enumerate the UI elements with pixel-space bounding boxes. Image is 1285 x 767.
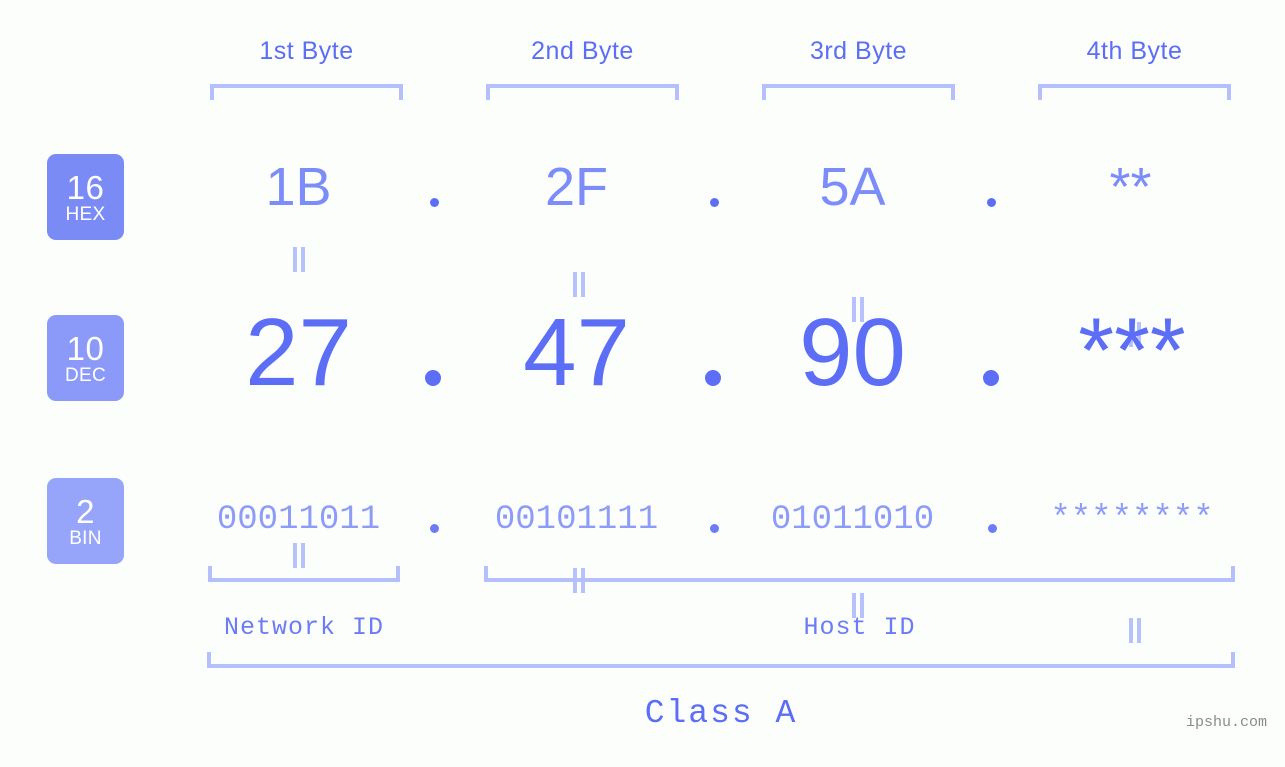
ip-breakdown-diagram: 1st Byte 2nd Byte 3rd Byte 4th Byte 16 H… bbox=[0, 0, 1285, 767]
binary-octet-2: 00101111 bbox=[494, 501, 659, 539]
dec-separator-2 bbox=[705, 370, 721, 386]
base-badge-bin-name: BIN bbox=[69, 527, 102, 549]
equals-dec-bin-1 bbox=[292, 543, 306, 568]
base-badge-dec-number: 10 bbox=[66, 329, 105, 367]
network-id-label: Network ID bbox=[223, 613, 385, 642]
byte-header-2: 2nd Byte bbox=[531, 37, 634, 65]
hex-separator-3 bbox=[987, 198, 996, 207]
binary-separator-3 bbox=[988, 524, 997, 533]
dec-octet-4: *** bbox=[1078, 300, 1186, 402]
binary-octet-3: 01011010 bbox=[770, 501, 935, 539]
byte-bracket-3 bbox=[762, 84, 955, 100]
hex-octet-4: ** bbox=[1109, 157, 1152, 217]
watermark: ipshu.com bbox=[1186, 714, 1268, 731]
dec-octet-3: 90 bbox=[799, 299, 906, 406]
base-badge-bin-number: 2 bbox=[76, 492, 95, 530]
dec-octet-1: 27 bbox=[245, 299, 352, 406]
class-label: Class A bbox=[644, 695, 798, 732]
byte-bracket-1 bbox=[210, 84, 403, 100]
equals-hex-dec-1 bbox=[292, 247, 306, 272]
byte-bracket-2 bbox=[486, 84, 679, 100]
byte-bracket-4 bbox=[1038, 84, 1231, 100]
dec-separator-3 bbox=[983, 370, 999, 386]
equals-hex-dec-2 bbox=[572, 272, 586, 297]
binary-separator-2 bbox=[710, 524, 719, 533]
byte-header-1: 1st Byte bbox=[259, 37, 354, 65]
base-badge-dec: 10 DEC bbox=[47, 315, 124, 401]
binary-octet-4: ******** bbox=[1050, 501, 1214, 539]
hex-octet-2: 2F bbox=[544, 157, 609, 217]
hex-separator-2 bbox=[710, 198, 719, 207]
host-id-label: Host ID bbox=[803, 613, 916, 642]
base-badge-bin: 2 BIN bbox=[47, 478, 124, 564]
base-badge-hex-number: 16 bbox=[66, 168, 105, 206]
class-bracket bbox=[207, 652, 1235, 668]
base-badge-dec-name: DEC bbox=[64, 364, 106, 386]
base-badge-hex: 16 HEX bbox=[47, 154, 124, 240]
dec-octet-2: 47 bbox=[523, 299, 630, 406]
byte-header-4: 4th Byte bbox=[1086, 37, 1183, 65]
network-id-bracket-top bbox=[208, 566, 400, 582]
hex-octet-1: 1B bbox=[265, 157, 332, 217]
host-id-bracket-top bbox=[484, 566, 1235, 582]
hex-separator-1 bbox=[430, 198, 439, 207]
byte-header-3: 3rd Byte bbox=[809, 37, 908, 65]
base-badge-hex-name: HEX bbox=[65, 203, 106, 225]
hex-octet-3: 5A bbox=[819, 157, 886, 217]
binary-octet-1: 00011011 bbox=[216, 501, 381, 539]
binary-separator-1 bbox=[430, 524, 439, 533]
dec-separator-1 bbox=[425, 370, 441, 386]
